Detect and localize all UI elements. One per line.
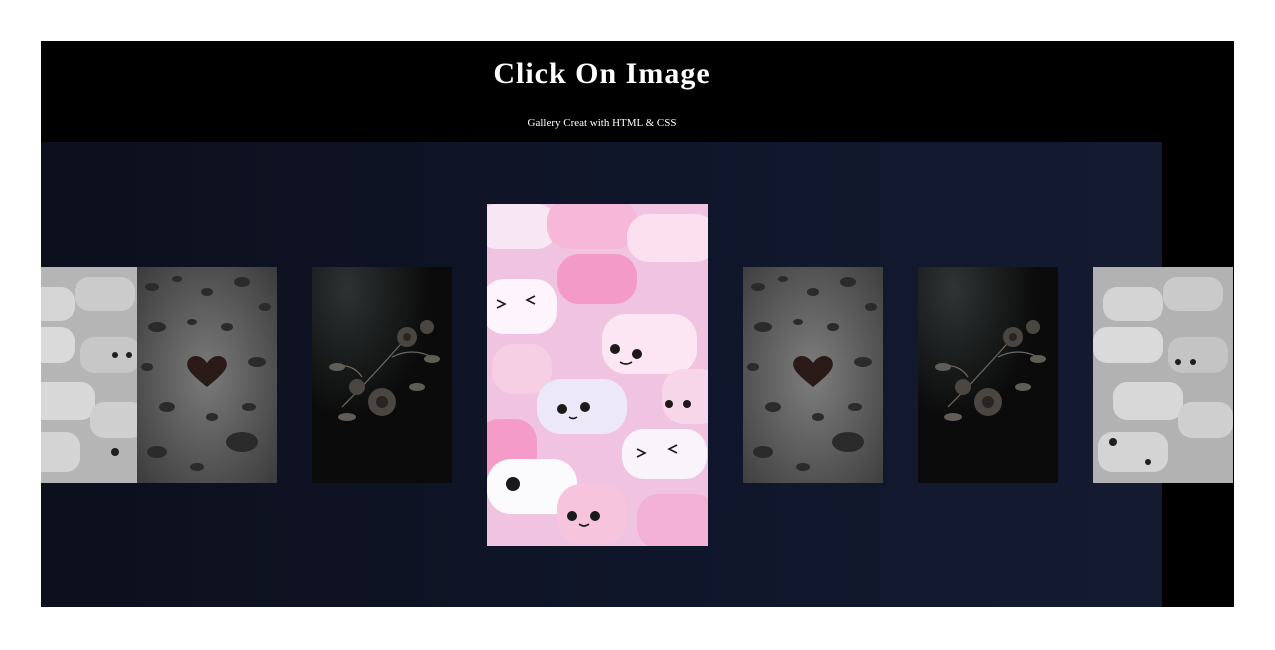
page-subtitle: Gallery Creat with HTML & CSS (527, 117, 677, 129)
gallery-image-dark-flowers[interactable] (918, 267, 1058, 483)
gallery-image-heart-drops[interactable] (137, 267, 277, 483)
gallery-image-marshmallows[interactable] (41, 267, 145, 483)
gallery-image-heart-drops[interactable] (743, 267, 883, 483)
gallery-page: Click On Image Gallery Creat with HTML &… (41, 41, 1234, 607)
gallery-image-marshmallows[interactable] (1093, 267, 1233, 483)
page-title: Click On Image (493, 57, 711, 90)
gallery-image-featured[interactable] (487, 204, 708, 546)
gallery-image-dark-flowers[interactable] (312, 267, 452, 483)
